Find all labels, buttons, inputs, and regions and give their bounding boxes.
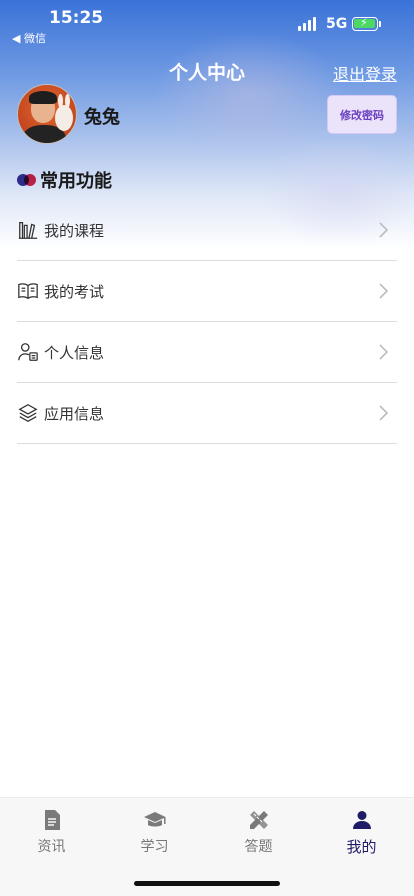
menu-item-personal-info[interactable]: 个人信息 <box>17 322 397 383</box>
home-indicator <box>134 881 280 886</box>
battery-tip <box>379 21 381 27</box>
chevron-right-icon <box>379 283 389 299</box>
tab-quiz[interactable]: 答题 <box>207 808 310 856</box>
graduation-cap-icon <box>143 812 165 827</box>
tab-label: 学习 <box>140 839 169 855</box>
books-icon <box>18 222 38 239</box>
section-title: 常用功能 <box>17 168 112 192</box>
menu-item-app-info[interactable]: 应用信息 <box>17 383 397 444</box>
document-icon <box>44 810 60 830</box>
network-type: 5G <box>326 16 348 32</box>
tab-label: 资讯 <box>37 839 66 855</box>
menu-item-label: 我的考试 <box>44 282 105 301</box>
status-bar: 15:25 ◀ 微信 5G ⚡ <box>0 0 414 46</box>
menu-item-label: 个人信息 <box>44 343 105 362</box>
tab-mine[interactable]: 我的 <box>310 808 413 857</box>
back-to-wechat-link[interactable]: ◀ 微信 <box>12 30 46 46</box>
tab-news[interactable]: 资讯 <box>0 808 103 856</box>
chevron-right-icon <box>379 405 389 421</box>
logout-link[interactable]: 退出登录 <box>333 61 397 85</box>
status-time: 15:25 <box>49 8 104 28</box>
open-book-icon <box>18 283 38 300</box>
signal-icon <box>298 17 320 31</box>
menu-item-label: 我的课程 <box>44 221 105 240</box>
pencil-ruler-icon <box>249 811 268 829</box>
user-card-icon <box>18 343 38 361</box>
layers-icon <box>18 404 38 422</box>
tab-label: 答题 <box>244 839 273 855</box>
username: 兔兔 <box>84 107 120 128</box>
person-icon <box>352 811 371 829</box>
section-title-text: 常用功能 <box>40 171 112 192</box>
menu-item-label: 应用信息 <box>44 404 105 423</box>
battery-icon: ⚡ <box>352 16 378 31</box>
tab-label: 我的 <box>346 838 377 856</box>
feature-menu: 我的课程 我的考试 个人信息 应用信息 <box>17 200 397 444</box>
tab-study[interactable]: 学习 <box>103 808 206 856</box>
avatar[interactable] <box>17 84 77 144</box>
chevron-right-icon <box>379 222 389 238</box>
change-password-button[interactable]: 修改密码 <box>327 95 397 134</box>
chevron-right-icon <box>379 344 389 360</box>
menu-item-my-courses[interactable]: 我的课程 <box>17 200 397 261</box>
section-dots-icon <box>17 174 37 186</box>
menu-item-my-exams[interactable]: 我的考试 <box>17 261 397 322</box>
